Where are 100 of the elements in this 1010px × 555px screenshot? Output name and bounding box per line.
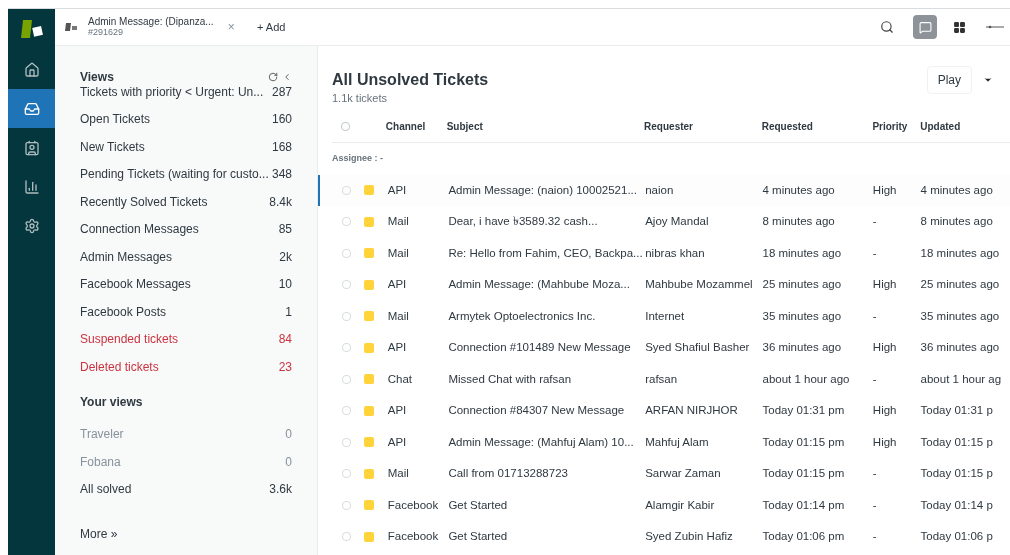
search-icon[interactable] (880, 20, 894, 34)
ticket-row[interactable]: Mail Armytek Optoelectronics Inc. Internet 35 minutes ago - 35 minutes ago (318, 300, 1010, 332)
table-cell: about 1 hour ag (920, 372, 1002, 385)
table-cell: Ajoy Mandal (645, 215, 709, 228)
table-cell: Sarwar Zaman (645, 467, 721, 480)
row-checkbox[interactable] (342, 500, 351, 510)
row-checkbox[interactable] (342, 374, 351, 384)
ticket-row[interactable]: Mail Dear, i have ৳3589.32 cash... Ajoy Mandal 8 minutes ago - 8 minutes ago (318, 206, 1010, 238)
ticket-row[interactable]: Mail Re: Hello from Fahim, CEO, Backpa... nibras khan 18 minutes ago - 18 minutes ago (318, 237, 1010, 269)
status-icon (363, 279, 374, 290)
ticket-row[interactable]: Facebook Get Started Syed Zubin Hafiz Today 01:06 pm - Today 01:06 p (318, 521, 1010, 553)
table-cell: API (387, 183, 407, 196)
row-checkbox[interactable] (342, 532, 351, 542)
table-cell: 18 minutes ago (762, 246, 842, 259)
ticket-row[interactable]: API Admin Message: (Mahfuj Alam) 10... Mahfuj Alam Today 01:15 pm High Today 01:15 p (318, 426, 1010, 458)
bar-chart-icon (23, 178, 40, 195)
view-item[interactable]: Deleted tickets 23 (80, 353, 292, 381)
chat-button[interactable] (913, 15, 937, 39)
contact-icon (23, 139, 40, 156)
ticket-row[interactable]: Chat Missed Chat with rafsan rafsan about 1 hour ago - about 1 hour ag (318, 363, 1010, 395)
view-item[interactable]: Open Tickets 160 (80, 105, 292, 133)
select-all-checkbox[interactable] (341, 121, 350, 131)
table-cell: High (872, 278, 897, 291)
row-checkbox[interactable] (342, 343, 351, 353)
column-header[interactable]: Channel (385, 120, 426, 132)
ticket-row[interactable]: API Connection #84307 New Message ARFAN NIRJHOR Today 01:31 pm High Today 01:31 p (318, 395, 1010, 427)
row-checkbox[interactable] (342, 185, 351, 195)
table-cell: Admin Message: (Mahfuj Alam) 10... (448, 435, 634, 448)
home-icon (23, 61, 40, 78)
ticket-row[interactable]: API Connection #101489 New Message Syed Shafiul Basher 36 minutes ago High 36 minutes ago (318, 332, 1010, 364)
view-item[interactable]: Recently Solved Tickets 8.4k (80, 188, 292, 216)
ticket-tab[interactable]: Admin Message: (Dipanza... #291629 × (55, 9, 245, 45)
apps-icon[interactable] (953, 20, 966, 34)
column-header[interactable]: Subject (446, 120, 483, 132)
row-checkbox[interactable] (342, 311, 351, 321)
row-checkbox[interactable] (342, 469, 351, 479)
row-checkbox[interactable] (342, 217, 351, 227)
table-cell: naion (645, 183, 674, 196)
table-cell: 4 minutes ago (920, 183, 993, 196)
table-cell: 8 minutes ago (920, 215, 993, 228)
view-item[interactable]: New Tickets 168 (80, 133, 292, 161)
table-cell: Missed Chat with rafsan (448, 372, 572, 385)
view-item[interactable]: All solved 3.6k (80, 475, 292, 503)
ticket-row[interactable]: Mail Call from 01713288723 Sarwar Zaman Today 01:15 pm - Today 01:15 p (318, 458, 1010, 490)
caret-icon (983, 75, 993, 85)
status-icon (363, 248, 374, 259)
view-item[interactable]: Facebook Messages 10 (80, 270, 292, 298)
settings-icon (23, 217, 40, 234)
table-cell: Mahbube Mozammel (645, 278, 753, 291)
view-item[interactable]: Pending Tickets (waiting for custo... 348 (80, 160, 292, 188)
row-checkbox[interactable] (342, 248, 351, 258)
table-cell: Re: Hello from Fahim, CEO, Backpa... (448, 246, 643, 259)
line-icon[interactable] (986, 25, 1004, 29)
column-header[interactable]: Requester (644, 120, 693, 132)
table-cell: - (872, 467, 877, 480)
row-checkbox[interactable] (342, 280, 351, 290)
view-item[interactable]: Facebook Posts 1 (80, 298, 292, 326)
table-cell: nibras khan (645, 246, 705, 259)
row-checkbox[interactable] (342, 437, 351, 447)
add-tab-button[interactable]: + Add (257, 18, 286, 36)
table-cell: Facebook (387, 498, 439, 511)
table-cell: - (872, 309, 877, 322)
view-item[interactable]: Connection Messages 85 (80, 215, 292, 243)
table-cell: High (872, 183, 897, 196)
view-item[interactable]: Admin Messages 2k (80, 243, 292, 271)
ticket-row[interactable]: API Admin Message: (Mahbube Moza... Mahbube Mozammel 25 minutes ago High 25 minutes ago (318, 269, 1010, 301)
table-cell: 4 minutes ago (762, 183, 835, 196)
group-label: Assignee : - (331, 151, 383, 165)
your-views-heading: Your views (80, 393, 144, 411)
refresh-icon[interactable] (268, 72, 278, 82)
table-cell: Syed Zubin Hafiz (645, 530, 733, 543)
view-item[interactable]: Suspended tickets 84 (80, 325, 292, 353)
table-cell: ARFAN NIRJHOR (645, 404, 738, 417)
status-icon (363, 185, 374, 196)
play-button[interactable]: Play (926, 66, 972, 94)
collapse-icon[interactable] (282, 72, 292, 82)
logo-icon[interactable] (19, 18, 44, 40)
status-icon (363, 405, 374, 416)
column-header[interactable]: Requested (761, 120, 813, 132)
table-cell: High (872, 404, 897, 417)
table-cell: Today 01:15 pm (762, 435, 845, 448)
ticket-row[interactable]: Facebook Get Started Alamgir Kabir Today 01:14 pm - Today 01:14 p (318, 489, 1010, 521)
column-header[interactable]: Priority (872, 120, 908, 132)
table-cell: - (872, 215, 877, 228)
table-cell: rafsan (645, 372, 678, 385)
table-cell: Facebook (387, 530, 439, 543)
table-cell: Get Started (448, 530, 508, 543)
table-cell: Today 01:15 p (920, 467, 993, 480)
tab-title: Admin Message: (Dipanza... (88, 16, 214, 27)
table-cell: Armytek Optoelectronics Inc. (448, 309, 596, 322)
nav-item[interactable] (8, 89, 55, 128)
row-checkbox[interactable] (342, 406, 351, 416)
status-icon (363, 531, 374, 542)
table-cell: High (872, 341, 897, 354)
chat-icon (918, 20, 932, 34)
more-link[interactable]: More » (80, 525, 292, 543)
table-cell: Today 01:31 p (920, 404, 993, 417)
column-header[interactable]: Updated (920, 120, 961, 132)
table-cell: 18 minutes ago (920, 246, 1000, 259)
table-cell: 36 minutes ago (920, 341, 1000, 354)
